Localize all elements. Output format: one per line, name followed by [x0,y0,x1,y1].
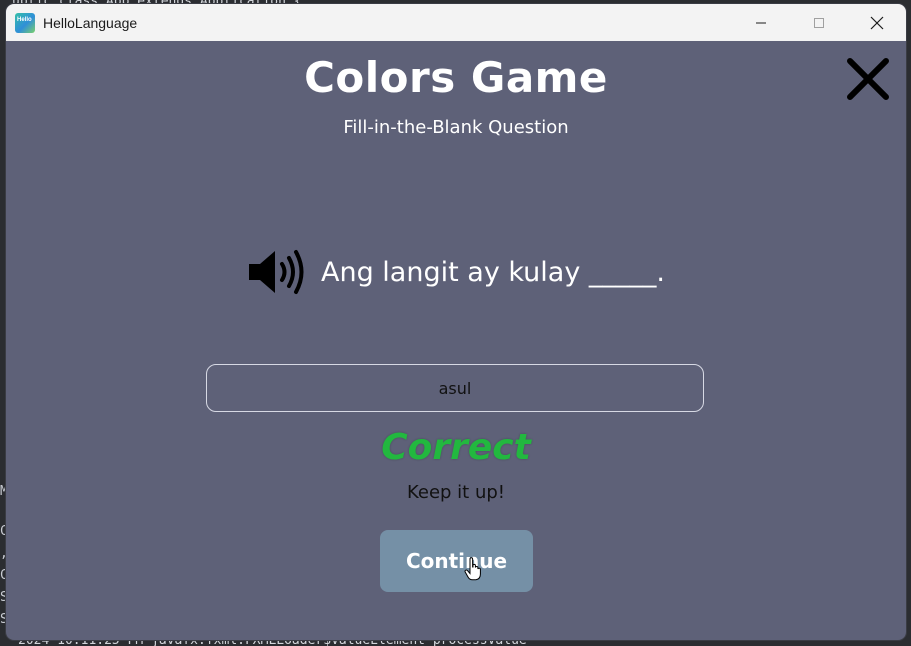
feedback-text: Keep it up! [406,482,506,503]
exit-game-button[interactable] [844,55,892,103]
game-content: Colors Game Fill-in-the-Blank Question A… [6,41,906,640]
close-icon [870,16,884,29]
title-bar[interactable]: Hello HelloLanguage [6,4,906,41]
maximize-button[interactable] [790,4,848,41]
app-icon-text: Hello [17,16,32,23]
question-type: Fill-in-the-Blank Question [343,117,569,138]
app-icon: Hello [15,12,35,33]
window-title: HelloLanguage [43,14,138,31]
speaker-icon[interactable] [247,247,309,297]
minimize-icon [756,22,766,23]
question-row: Ang langit ay kulay _____. [6,247,906,297]
answer-input[interactable] [206,364,704,412]
result-label: Correct [381,427,531,468]
window-close-button[interactable] [848,4,906,41]
window-controls [732,4,906,41]
app-window: Hello HelloLanguage Colors Game Fill-in-… [6,4,906,640]
continue-button[interactable]: Continue [380,530,533,592]
hand-cursor-icon [464,557,481,581]
question-text: Ang langit ay kulay _____. [321,256,665,288]
maximize-icon [814,17,824,28]
close-icon [847,58,889,100]
game-title: Colors Game [304,53,608,102]
minimize-button[interactable] [732,4,790,41]
